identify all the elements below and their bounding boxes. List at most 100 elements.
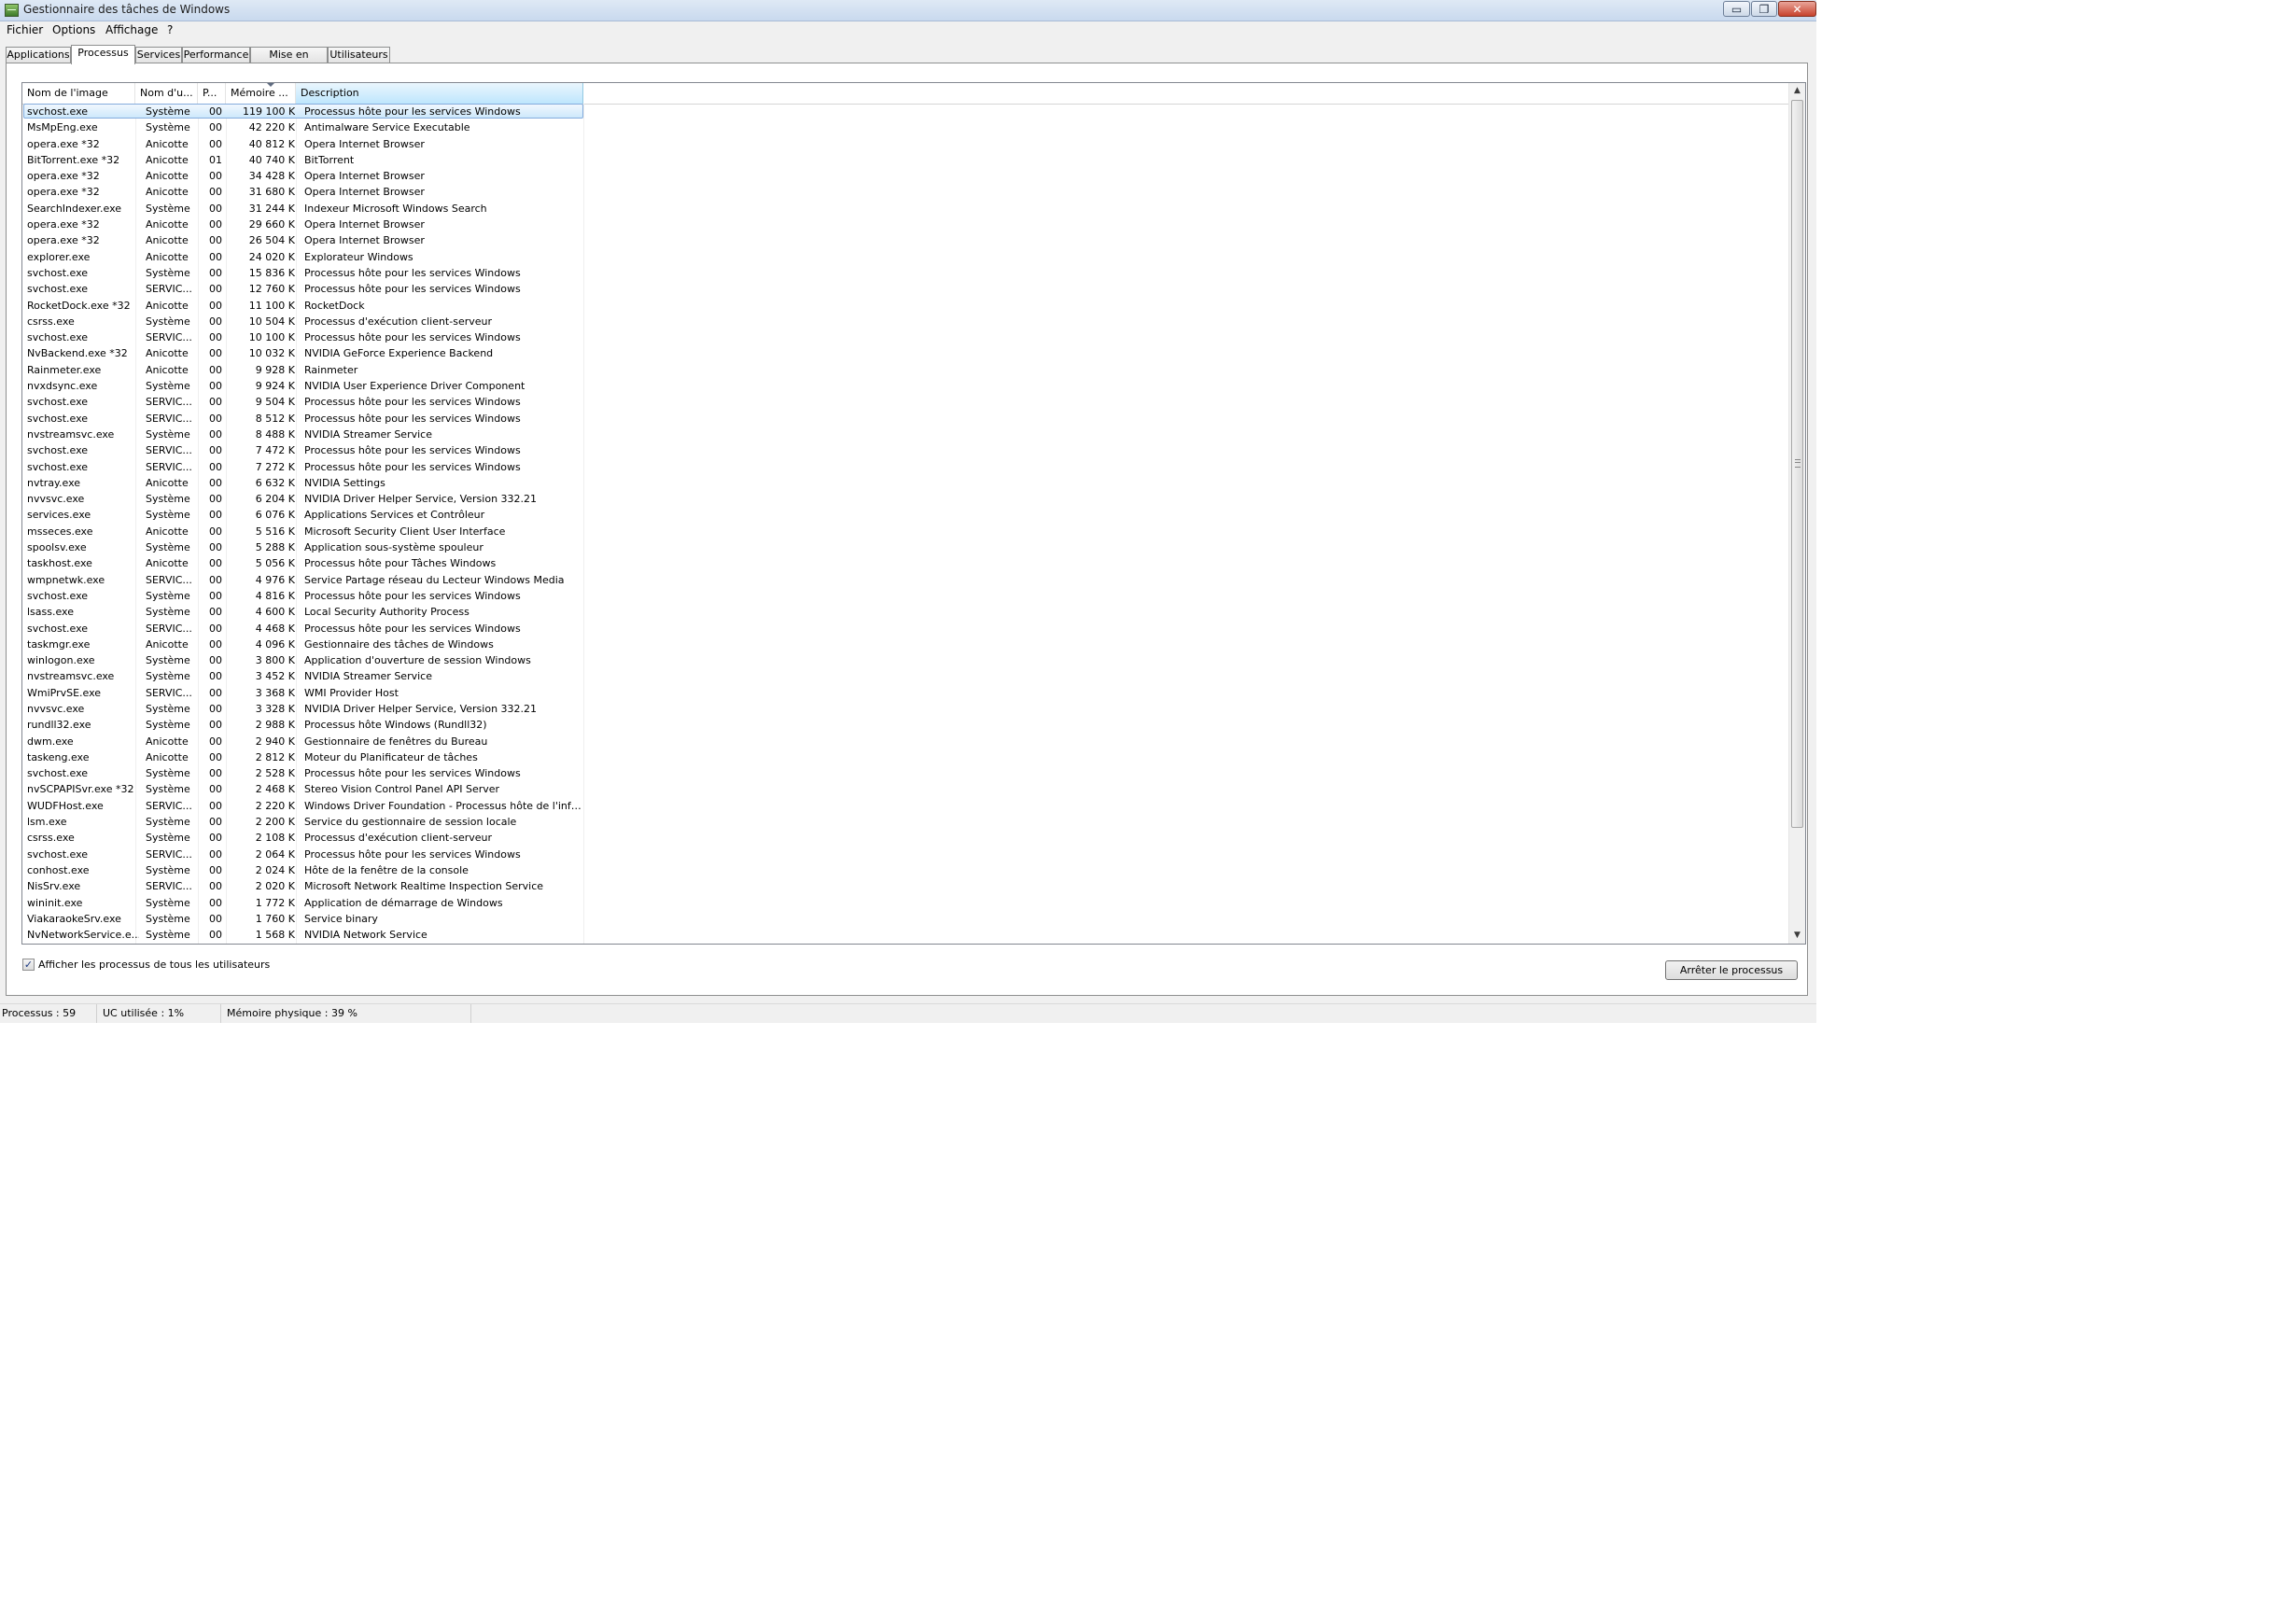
column-header-memory[interactable]: Mémoire ...: [226, 83, 296, 104]
cell-cpu: 00: [209, 363, 222, 376]
cell-description: NVIDIA Network Service: [304, 929, 427, 942]
table-row[interactable]: BitTorrent.exe *32 Anicotte 01 40 740 K BitT…: [22, 152, 1790, 168]
table-row[interactable]: opera.exe *32 Anicotte 00 40 812 K Opera Int…: [22, 136, 1790, 152]
table-row[interactable]: services.exe Système 00 6 076 K Applications…: [22, 507, 1790, 523]
table-row[interactable]: lsass.exe Système 00 4 600 K Local Security …: [22, 604, 1790, 620]
table-row[interactable]: dwm.exe Anicotte 00 2 940 K Gestionnaire de …: [22, 734, 1790, 749]
table-row[interactable]: MsMpEng.exe Système 00 42 220 K Antimalware …: [22, 119, 1790, 135]
table-row[interactable]: svchost.exe SERVIC... 00 7 272 K Processus h…: [22, 459, 1790, 475]
table-row[interactable]: opera.exe *32 Anicotte 00 26 504 K Opera Int…: [22, 232, 1790, 248]
process-list[interactable]: Nom de l'image Nom d'u... P... Mémoire .…: [21, 82, 1806, 945]
tab-utilisateurs[interactable]: Utilisateurs: [328, 47, 390, 63]
tab-mise-en-reseau[interactable]: Mise en réseau: [250, 47, 328, 76]
cell-image-name: wininit.exe: [27, 896, 83, 909]
scroll-up-arrow-icon[interactable]: ▲: [1789, 83, 1805, 99]
column-header-description[interactable]: Description: [296, 83, 583, 104]
table-row[interactable]: Rainmeter.exe Anicotte 00 9 928 K Rainmeter: [22, 362, 1790, 378]
table-row[interactable]: nvstreamsvc.exe Système 00 3 452 K NVIDIA St…: [22, 668, 1790, 684]
table-row[interactable]: msseces.exe Anicotte 00 5 516 K Microsoft Se…: [22, 524, 1790, 539]
table-row[interactable]: svchost.exe Système 00 4 816 K Processus hôt…: [22, 588, 1790, 604]
cell-description: Gestionnaire de fenêtres du Bureau: [304, 735, 488, 748]
column-header-cpu[interactable]: P...: [198, 83, 226, 104]
maximize-button[interactable]: ❐: [1751, 1, 1777, 17]
table-row[interactable]: conhost.exe Système 00 2 024 K Hôte de la fe…: [22, 862, 1790, 878]
scrollbar-thumb[interactable]: [1791, 100, 1803, 828]
table-row[interactable]: WUDFHost.exe SERVIC... 00 2 220 K Windows Dr…: [22, 798, 1790, 814]
table-row[interactable]: nvtray.exe Anicotte 00 6 632 K NVIDIA Settin…: [22, 475, 1790, 491]
table-row[interactable]: opera.exe *32 Anicotte 00 34 428 K Opera Int…: [22, 168, 1790, 184]
table-row[interactable]: NvNetworkService.e... Système 00 1 568 K NVI…: [22, 927, 1790, 943]
table-row[interactable]: rundll32.exe Système 00 2 988 K Processus hô…: [22, 717, 1790, 733]
table-row[interactable]: svchost.exe SERVIC... 00 12 760 K Processus …: [22, 281, 1790, 297]
scroll-down-arrow-icon[interactable]: ▼: [1789, 928, 1805, 944]
table-row[interactable]: taskeng.exe Anicotte 00 2 812 K Moteur du Pl…: [22, 749, 1790, 765]
table-row[interactable]: svchost.exe SERVIC... 00 4 468 K Processus h…: [22, 621, 1790, 637]
cell-memory: 4 976 K: [255, 573, 295, 586]
cell-image-name: csrss.exe: [27, 315, 75, 328]
cell-user-name: SERVIC...: [146, 622, 192, 635]
table-row[interactable]: lsm.exe Système 00 2 200 K Service du gestio…: [22, 814, 1790, 830]
table-row[interactable]: nvvsvc.exe Système 00 6 204 K NVIDIA Driver …: [22, 491, 1790, 507]
table-row[interactable]: nvxdsync.exe Système 00 9 924 K NVIDIA User …: [22, 378, 1790, 394]
vertical-scrollbar[interactable]: ▲ ▼: [1788, 83, 1805, 944]
tab-performance[interactable]: Performance: [182, 47, 250, 63]
minimize-button[interactable]: ▭: [1723, 1, 1750, 17]
cell-description: Local Security Authority Process: [304, 606, 469, 619]
table-row[interactable]: wmpnetwk.exe SERVIC... 00 4 976 K Service Pa…: [22, 572, 1790, 588]
table-row[interactable]: RocketDock.exe *32 Anicotte 00 11 100 K Rock…: [22, 298, 1790, 314]
table-row[interactable]: csrss.exe Système 00 2 108 K Processus d'exé…: [22, 830, 1790, 846]
process-rows: svchost.exe Système 00 119 100 K Processus h…: [22, 104, 1790, 944]
tab-applications[interactable]: Applications: [6, 47, 71, 63]
cell-image-name: NisSrv.exe: [27, 880, 81, 893]
table-row[interactable]: opera_crashreporter... Anicotte 00 1 512 K o…: [22, 943, 1790, 944]
tab-services[interactable]: Services: [135, 47, 182, 63]
table-row[interactable]: svchost.exe Système 00 15 836 K Processus hô…: [22, 265, 1790, 281]
title-bar[interactable]: Gestionnaire des tâches de Windows ▭ ❐ ✕: [0, 0, 1816, 21]
cell-user-name: Système: [146, 541, 190, 554]
menu-options[interactable]: Options: [52, 23, 95, 36]
menu-help[interactable]: ?: [167, 23, 173, 36]
menu-fichier[interactable]: Fichier: [7, 23, 43, 36]
cell-cpu: 00: [209, 137, 222, 150]
show-all-users-checkbox[interactable]: ✓: [22, 959, 35, 971]
table-row[interactable]: NvBackend.exe *32 Anicotte 00 10 032 K NVIDI…: [22, 345, 1790, 361]
menu-affichage[interactable]: Affichage: [105, 23, 158, 36]
cell-image-name: nvxdsync.exe: [27, 380, 98, 393]
table-row[interactable]: SearchIndexer.exe Système 00 31 244 K Indexe…: [22, 201, 1790, 217]
table-row[interactable]: svchost.exe Système 00 2 528 K Processus hôt…: [22, 765, 1790, 781]
cell-cpu: 00: [209, 637, 222, 651]
table-row[interactable]: WmiPrvSE.exe SERVIC... 00 3 368 K WMI Provid…: [22, 685, 1790, 701]
column-header-image-name[interactable]: Nom de l'image: [22, 83, 135, 104]
table-row[interactable]: svchost.exe SERVIC... 00 10 100 K Processus …: [22, 329, 1790, 345]
table-row[interactable]: ViakaraokeSrv.exe Système 00 1 760 K Service…: [22, 911, 1790, 927]
table-row[interactable]: spoolsv.exe Système 00 5 288 K Application s…: [22, 539, 1790, 555]
table-row[interactable]: svchost.exe SERVIC... 00 7 472 K Processus h…: [22, 442, 1790, 458]
cell-cpu: 00: [209, 105, 222, 118]
cell-image-name: opera.exe *32: [27, 186, 100, 199]
cell-description: NVIDIA Streamer Service: [304, 670, 432, 683]
cell-image-name: nvSCPAPISvr.exe *32: [27, 783, 134, 796]
table-row[interactable]: nvvsvc.exe Système 00 3 328 K NVIDIA Driver …: [22, 701, 1790, 717]
cell-user-name: SERVIC...: [146, 880, 192, 893]
table-row[interactable]: nvSCPAPISvr.exe *32 Système 00 2 468 K Stere…: [22, 781, 1790, 797]
column-header-user-name[interactable]: Nom d'u...: [135, 83, 198, 104]
table-row[interactable]: wininit.exe Système 00 1 772 K Application d…: [22, 895, 1790, 911]
table-row[interactable]: taskhost.exe Anicotte 00 5 056 K Processus h…: [22, 555, 1790, 571]
table-row[interactable]: NisSrv.exe SERVIC... 00 2 020 K Microsoft Ne…: [22, 878, 1790, 894]
table-row[interactable]: opera.exe *32 Anicotte 00 29 660 K Opera Int…: [22, 217, 1790, 232]
close-button[interactable]: ✕: [1778, 1, 1816, 17]
cell-description: Service du gestionnaire de session local…: [304, 816, 517, 829]
table-row[interactable]: taskmgr.exe Anicotte 00 4 096 K Gestionnaire…: [22, 637, 1790, 652]
table-row[interactable]: svchost.exe SERVIC... 00 2 064 K Processus h…: [22, 847, 1790, 862]
table-row[interactable]: opera.exe *32 Anicotte 00 31 680 K Opera Int…: [22, 184, 1790, 200]
table-row[interactable]: svchost.exe SERVIC... 00 8 512 K Processus h…: [22, 411, 1790, 427]
table-row[interactable]: nvstreamsvc.exe Système 00 8 488 K NVIDIA St…: [22, 427, 1790, 442]
table-row[interactable]: explorer.exe Anicotte 00 24 020 K Explorateu…: [22, 249, 1790, 265]
table-row[interactable]: winlogon.exe Système 00 3 800 K Application …: [22, 652, 1790, 668]
end-process-button[interactable]: Arrêter le processus: [1665, 960, 1798, 980]
table-row[interactable]: csrss.exe Système 00 10 504 K Processus d'ex…: [22, 314, 1790, 329]
table-row[interactable]: svchost.exe SERVIC... 00 9 504 K Processus h…: [22, 394, 1790, 410]
tab-processus[interactable]: Processus: [71, 45, 135, 64]
table-row[interactable]: svchost.exe Système 00 119 100 K Processus h…: [22, 104, 1790, 119]
cell-user-name: Anicotte: [146, 218, 189, 231]
